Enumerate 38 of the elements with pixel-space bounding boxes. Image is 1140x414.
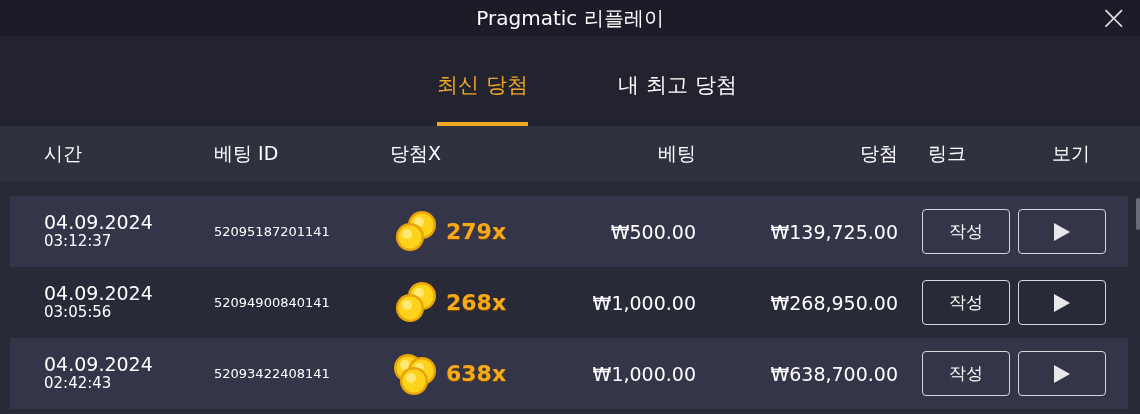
window-title: Pragmatic 리플레이 — [476, 4, 664, 32]
bet-id: 52094900840141 — [214, 295, 331, 310]
time-text: 03:05:56 — [44, 302, 113, 322]
close-button[interactable]: × — [1095, 2, 1132, 32]
link-button[interactable]: 작성 — [922, 351, 1010, 396]
date-text: 04.09.2024 — [44, 283, 154, 303]
column-header: 베팅 ID — [214, 141, 280, 166]
win-amount: ₩268,950.00 — [769, 291, 898, 314]
play-button[interactable] — [1018, 351, 1106, 396]
win-amount: ₩638,700.00 — [769, 362, 898, 385]
column-header: 당첨X — [390, 141, 443, 166]
multiplier: 279x — [446, 219, 507, 244]
column-header: 보기 — [1051, 141, 1091, 166]
bet-id: 52093422408141 — [214, 366, 331, 381]
play-button[interactable] — [1018, 280, 1106, 325]
scrollbar[interactable] — [1136, 198, 1140, 230]
date-text: 04.09.2024 — [44, 212, 154, 232]
link-button[interactable]: 작성 — [922, 280, 1010, 325]
column-header: 당첨 — [859, 141, 898, 166]
win-amount: ₩139,725.00 — [769, 220, 898, 243]
column-header: 시간 — [44, 141, 83, 166]
time-text: 03:12:37 — [44, 231, 113, 251]
bet-id: 52095187201141 — [214, 224, 331, 239]
link-button[interactable]: 작성 — [922, 209, 1010, 254]
time-text: 02:42:43 — [44, 373, 113, 393]
bet-amount: ₩1,000.00 — [591, 291, 696, 314]
column-header: 링크 — [927, 141, 967, 166]
play-button[interactable] — [1018, 209, 1106, 254]
play-icon — [1053, 221, 1071, 242]
multiplier: 268x — [446, 290, 507, 315]
play-icon — [1053, 363, 1071, 384]
multiplier: 638x — [446, 361, 507, 386]
bet-amount: ₩1,000.00 — [591, 362, 696, 385]
column-header: 베팅 — [657, 141, 696, 166]
play-icon — [1053, 292, 1071, 313]
tab[interactable]: 내 최고 당첨 — [618, 36, 737, 126]
bet-amount: ₩500.00 — [609, 220, 696, 243]
date-text: 04.09.2024 — [44, 354, 154, 374]
